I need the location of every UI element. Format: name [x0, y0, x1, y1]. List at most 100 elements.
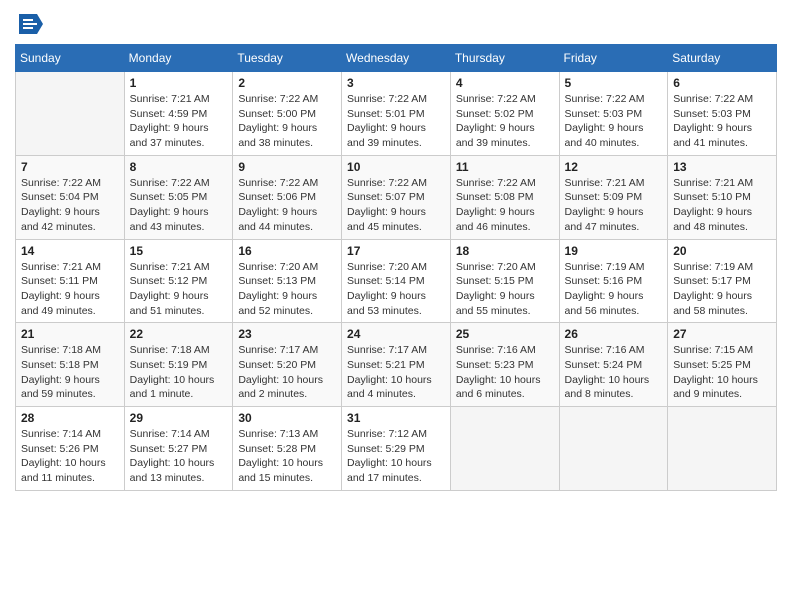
- weekday-header: Thursday: [450, 45, 559, 72]
- day-number: 6: [673, 76, 771, 90]
- weekday-header: Wednesday: [342, 45, 451, 72]
- calendar-day-cell: 20 Sunrise: 7:19 AMSunset: 5:17 PMDayligh…: [668, 239, 777, 323]
- day-number: 18: [456, 244, 554, 258]
- calendar-header-row: SundayMondayTuesdayWednesdayThursdayFrid…: [16, 45, 777, 72]
- weekday-header: Friday: [559, 45, 668, 72]
- calendar-day-cell: 14 Sunrise: 7:21 AMSunset: 5:11 PMDayligh…: [16, 239, 125, 323]
- calendar-day-cell: 19 Sunrise: 7:19 AMSunset: 5:16 PMDayligh…: [559, 239, 668, 323]
- day-number: 1: [130, 76, 228, 90]
- calendar-day-cell: 24 Sunrise: 7:17 AMSunset: 5:21 PMDayligh…: [342, 323, 451, 407]
- day-info: Sunrise: 7:14 AMSunset: 5:26 PMDaylight:…: [21, 427, 119, 486]
- calendar-day-cell: 15 Sunrise: 7:21 AMSunset: 5:12 PMDayligh…: [124, 239, 233, 323]
- day-number: 14: [21, 244, 119, 258]
- day-number: 11: [456, 160, 554, 174]
- weekday-header: Sunday: [16, 45, 125, 72]
- day-info: Sunrise: 7:22 AMSunset: 5:00 PMDaylight:…: [238, 92, 336, 151]
- day-number: 10: [347, 160, 445, 174]
- day-info: Sunrise: 7:20 AMSunset: 5:14 PMDaylight:…: [347, 260, 445, 319]
- day-info: Sunrise: 7:22 AMSunset: 5:02 PMDaylight:…: [456, 92, 554, 151]
- calendar-day-cell: 17 Sunrise: 7:20 AMSunset: 5:14 PMDayligh…: [342, 239, 451, 323]
- day-number: 16: [238, 244, 336, 258]
- day-number: 5: [565, 76, 663, 90]
- day-info: Sunrise: 7:14 AMSunset: 5:27 PMDaylight:…: [130, 427, 228, 486]
- day-number: 20: [673, 244, 771, 258]
- day-info: Sunrise: 7:20 AMSunset: 5:15 PMDaylight:…: [456, 260, 554, 319]
- calendar-day-cell: 6 Sunrise: 7:22 AMSunset: 5:03 PMDaylight…: [668, 72, 777, 156]
- day-number: 26: [565, 327, 663, 341]
- day-info: Sunrise: 7:19 AMSunset: 5:16 PMDaylight:…: [565, 260, 663, 319]
- calendar-day-cell: 5 Sunrise: 7:22 AMSunset: 5:03 PMDaylight…: [559, 72, 668, 156]
- calendar-week-row: 14 Sunrise: 7:21 AMSunset: 5:11 PMDayligh…: [16, 239, 777, 323]
- calendar-week-row: 21 Sunrise: 7:18 AMSunset: 5:18 PMDayligh…: [16, 323, 777, 407]
- day-info: Sunrise: 7:22 AMSunset: 5:05 PMDaylight:…: [130, 176, 228, 235]
- calendar-day-cell: 2 Sunrise: 7:22 AMSunset: 5:00 PMDaylight…: [233, 72, 342, 156]
- day-info: Sunrise: 7:18 AMSunset: 5:19 PMDaylight:…: [130, 343, 228, 402]
- day-info: Sunrise: 7:22 AMSunset: 5:03 PMDaylight:…: [673, 92, 771, 151]
- day-number: 25: [456, 327, 554, 341]
- day-number: 3: [347, 76, 445, 90]
- day-info: Sunrise: 7:17 AMSunset: 5:21 PMDaylight:…: [347, 343, 445, 402]
- day-info: Sunrise: 7:15 AMSunset: 5:25 PMDaylight:…: [673, 343, 771, 402]
- day-info: Sunrise: 7:19 AMSunset: 5:17 PMDaylight:…: [673, 260, 771, 319]
- day-number: 12: [565, 160, 663, 174]
- calendar-day-cell: 4 Sunrise: 7:22 AMSunset: 5:02 PMDaylight…: [450, 72, 559, 156]
- day-info: Sunrise: 7:21 AMSunset: 4:59 PMDaylight:…: [130, 92, 228, 151]
- calendar-week-row: 1 Sunrise: 7:21 AMSunset: 4:59 PMDaylight…: [16, 72, 777, 156]
- day-info: Sunrise: 7:22 AMSunset: 5:08 PMDaylight:…: [456, 176, 554, 235]
- day-info: Sunrise: 7:22 AMSunset: 5:01 PMDaylight:…: [347, 92, 445, 151]
- day-info: Sunrise: 7:22 AMSunset: 5:04 PMDaylight:…: [21, 176, 119, 235]
- day-number: 29: [130, 411, 228, 425]
- day-info: Sunrise: 7:17 AMSunset: 5:20 PMDaylight:…: [238, 343, 336, 402]
- day-info: Sunrise: 7:22 AMSunset: 5:06 PMDaylight:…: [238, 176, 336, 235]
- calendar-day-cell: 30 Sunrise: 7:13 AMSunset: 5:28 PMDayligh…: [233, 407, 342, 491]
- weekday-header: Monday: [124, 45, 233, 72]
- day-number: 2: [238, 76, 336, 90]
- weekday-header: Saturday: [668, 45, 777, 72]
- day-number: 4: [456, 76, 554, 90]
- calendar-day-cell: 7 Sunrise: 7:22 AMSunset: 5:04 PMDaylight…: [16, 155, 125, 239]
- calendar-day-cell: 26 Sunrise: 7:16 AMSunset: 5:24 PMDayligh…: [559, 323, 668, 407]
- calendar-day-cell: 10Sunrise: 7:22 AMSunset: 5:07 PMDayligh…: [342, 155, 451, 239]
- calendar-day-cell: 27 Sunrise: 7:15 AMSunset: 5:25 PMDayligh…: [668, 323, 777, 407]
- day-info: Sunrise: 7:20 AMSunset: 5:13 PMDaylight:…: [238, 260, 336, 319]
- day-number: 9: [238, 160, 336, 174]
- calendar-week-row: 28Sunrise: 7:14 AMSunset: 5:26 PMDayligh…: [16, 407, 777, 491]
- calendar-day-cell: 11 Sunrise: 7:22 AMSunset: 5:08 PMDayligh…: [450, 155, 559, 239]
- day-info: Sunrise: 7:21 AMSunset: 5:09 PMDaylight:…: [565, 176, 663, 235]
- day-info: Sunrise: 7:16 AMSunset: 5:24 PMDaylight:…: [565, 343, 663, 402]
- calendar-day-cell: 1 Sunrise: 7:21 AMSunset: 4:59 PMDaylight…: [124, 72, 233, 156]
- day-number: 8: [130, 160, 228, 174]
- day-info: Sunrise: 7:21 AMSunset: 5:11 PMDaylight:…: [21, 260, 119, 319]
- day-info: Sunrise: 7:12 AMSunset: 5:29 PMDaylight:…: [347, 427, 445, 486]
- calendar-week-row: 7 Sunrise: 7:22 AMSunset: 5:04 PMDaylight…: [16, 155, 777, 239]
- calendar-day-cell: 18 Sunrise: 7:20 AMSunset: 5:15 PMDayligh…: [450, 239, 559, 323]
- logo-icon: [15, 10, 43, 38]
- calendar-table: SundayMondayTuesdayWednesdayThursdayFrid…: [15, 44, 777, 491]
- calendar-day-cell: 31 Sunrise: 7:12 AMSunset: 5:29 PMDayligh…: [342, 407, 451, 491]
- day-number: 31: [347, 411, 445, 425]
- day-info: Sunrise: 7:18 AMSunset: 5:18 PMDaylight:…: [21, 343, 119, 402]
- day-number: 7: [21, 160, 119, 174]
- page-header: [15, 10, 777, 38]
- calendar-day-cell: 9 Sunrise: 7:22 AMSunset: 5:06 PMDaylight…: [233, 155, 342, 239]
- calendar-day-cell: 8 Sunrise: 7:22 AMSunset: 5:05 PMDaylight…: [124, 155, 233, 239]
- calendar-day-cell: 29 Sunrise: 7:14 AMSunset: 5:27 PMDayligh…: [124, 407, 233, 491]
- day-number: 15: [130, 244, 228, 258]
- day-number: 24: [347, 327, 445, 341]
- day-number: 17: [347, 244, 445, 258]
- calendar-day-cell: 28Sunrise: 7:14 AMSunset: 5:26 PMDayligh…: [16, 407, 125, 491]
- day-number: 27: [673, 327, 771, 341]
- day-number: 21: [21, 327, 119, 341]
- day-info: Sunrise: 7:21 AMSunset: 5:12 PMDaylight:…: [130, 260, 228, 319]
- calendar-day-cell: 23Sunrise: 7:17 AMSunset: 5:20 PMDayligh…: [233, 323, 342, 407]
- calendar-day-cell: 22 Sunrise: 7:18 AMSunset: 5:19 PMDayligh…: [124, 323, 233, 407]
- day-number: 30: [238, 411, 336, 425]
- day-info: Sunrise: 7:13 AMSunset: 5:28 PMDaylight:…: [238, 427, 336, 486]
- calendar-day-cell: 21 Sunrise: 7:18 AMSunset: 5:18 PMDayligh…: [16, 323, 125, 407]
- day-number: 22: [130, 327, 228, 341]
- day-info: Sunrise: 7:21 AMSunset: 5:10 PMDaylight:…: [673, 176, 771, 235]
- calendar-day-cell: 25Sunrise: 7:16 AMSunset: 5:23 PMDayligh…: [450, 323, 559, 407]
- logo: [15, 10, 47, 38]
- day-info: Sunrise: 7:22 AMSunset: 5:03 PMDaylight:…: [565, 92, 663, 151]
- day-number: 19: [565, 244, 663, 258]
